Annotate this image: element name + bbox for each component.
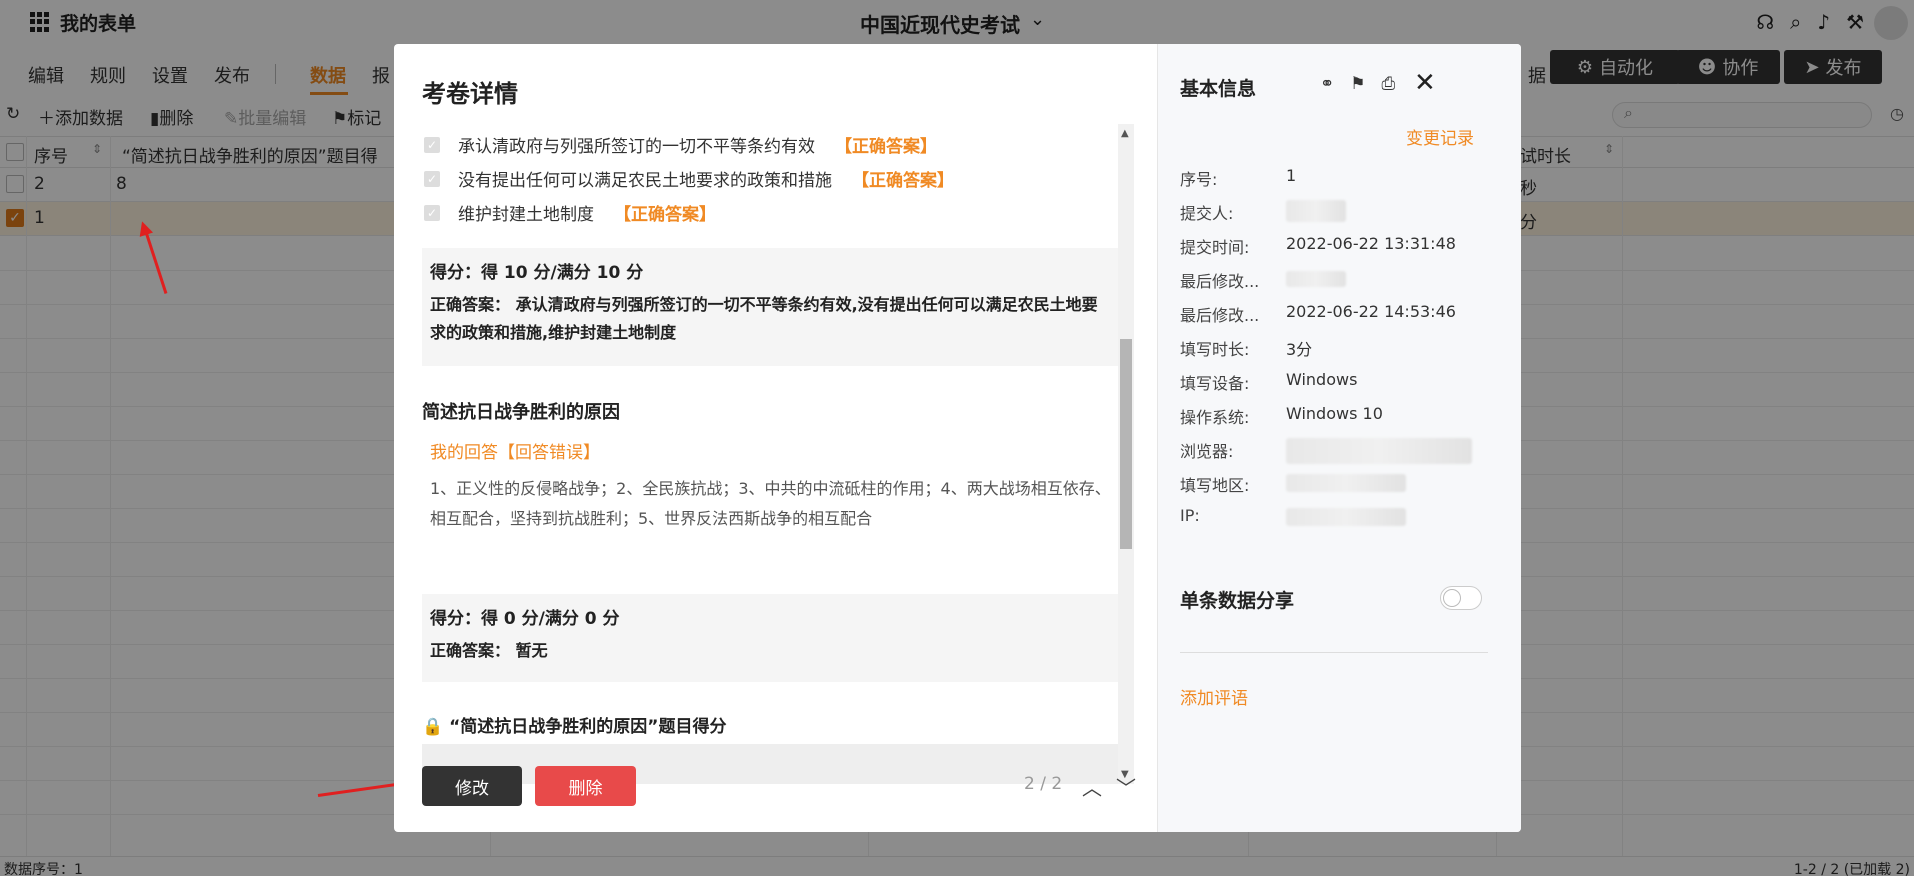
blurred-value	[1286, 438, 1472, 464]
score-box: 得分：得 0 分/满分 0 分 正确答案： 暂无	[422, 594, 1120, 682]
score-text: 得分：得 10 分/满分 10 分	[430, 263, 644, 283]
info-row: 填写地区:	[1180, 472, 1406, 496]
option-item: ✓ 没有提出任何可以满足农民土地要求的政策和措施 【正确答案】	[422, 166, 954, 191]
info-label: 提交人:	[1180, 204, 1234, 223]
info-row: 最后修改...	[1180, 268, 1346, 292]
checkbox-icon: ✓	[424, 136, 440, 153]
option-item: ✓ 承认清政府与列强所签订的一切不平等条约有效 【正确答案】	[422, 132, 937, 157]
basic-info-title: 基本信息	[1180, 78, 1257, 100]
exam-detail-panel: 考卷详情 ✓ 承认清政府与列强所签订的一切不平等条约有效 【正确答案】 ✓ 没有提出任…	[394, 44, 1157, 832]
edit-button[interactable]: 修改	[422, 766, 522, 806]
pager-text: 2 / 2	[1024, 774, 1063, 794]
scroll-up-icon[interactable]: ▲	[1121, 128, 1129, 139]
correct-answer-tag: 【正确答案】	[852, 171, 954, 191]
change-log-link[interactable]: 变更记录	[1406, 124, 1474, 149]
option-text: 维护封建土地制度	[458, 205, 594, 225]
correct-answer-text: 承认清政府与列强所签订的一切不平等条约有效,没有提出任何可以满足农民土地要求的政…	[430, 295, 1098, 342]
correct-answer: 正确答案： 暂无	[430, 637, 1112, 665]
flag-icon[interactable]: ⚑	[1350, 74, 1365, 94]
info-row: 操作系统: Windows 10	[1180, 404, 1383, 428]
question-title: 简述抗日战争胜利的原因	[422, 402, 620, 423]
basic-info-panel: 基本信息 ⚭ ⚑ ⎙ ✕ 变更记录 序号: 1 提交人: 提交时间: 2022-06…	[1157, 44, 1521, 832]
info-value: 1	[1286, 166, 1297, 185]
info-row: 填写设备: Windows	[1180, 370, 1357, 394]
info-value: 2022-06-22 13:31:48	[1286, 234, 1456, 253]
divider	[1180, 652, 1488, 653]
info-row: IP:	[1180, 506, 1406, 526]
info-label: 提交时间:	[1180, 238, 1250, 257]
info-value: 2022-06-22 14:53:46	[1286, 302, 1456, 321]
info-label: 最后修改...	[1180, 306, 1260, 325]
modal-title: 考卷详情	[422, 80, 518, 108]
correct-answer-label: 正确答案：	[430, 641, 511, 660]
info-value: Windows	[1286, 370, 1358, 389]
checkbox-icon: ✓	[424, 170, 440, 187]
option-text: 承认清政府与列强所签订的一切不平等条约有效	[458, 137, 815, 157]
option-text: 没有提出任何可以满足农民土地要求的政策和措施	[458, 171, 832, 191]
lock-icon: 🔒	[422, 717, 444, 737]
checkbox-icon: ✓	[424, 204, 440, 221]
correct-answer-label: 正确答案：	[430, 295, 511, 314]
chevron-down-icon[interactable]: ﹀	[1116, 772, 1136, 801]
info-row: 最后修改... 2022-06-22 14:53:46	[1180, 302, 1456, 326]
print-icon[interactable]: ⎙	[1382, 74, 1396, 94]
chevron-up-icon[interactable]: ︿	[1082, 772, 1102, 801]
info-row: 提交人:	[1180, 200, 1346, 224]
info-row: 填写时长: 3分	[1180, 336, 1312, 360]
delete-button[interactable]: 删除	[535, 766, 636, 806]
info-actions: ⚭ ⚑ ⎙	[1320, 74, 1395, 94]
scrollbar[interactable]: ▲ ▼	[1118, 124, 1134, 784]
info-label: 操作系统:	[1180, 408, 1250, 427]
blurred-value	[1286, 508, 1406, 526]
close-icon[interactable]: ✕	[1414, 68, 1436, 98]
score-box: 得分：得 10 分/满分 10 分 正确答案： 承认清政府与列强所签订的一切不平…	[422, 248, 1120, 366]
locked-question-title: 🔒 “简述抗日战争胜利的原因”题目得分	[422, 712, 726, 737]
correct-answer-tag: 【正确答案】	[835, 137, 937, 157]
toggle-knob	[1443, 589, 1461, 607]
info-row: 提交时间: 2022-06-22 13:31:48	[1180, 234, 1456, 258]
score-input-box[interactable]	[422, 744, 1120, 784]
blurred-value	[1286, 200, 1346, 222]
info-row: 浏览器:	[1180, 438, 1472, 464]
correct-answer: 正确答案： 承认清政府与列强所签订的一切不平等条约有效,没有提出任何可以满足农民…	[430, 291, 1112, 347]
link-icon[interactable]: ⚭	[1320, 74, 1334, 94]
blurred-value	[1286, 271, 1346, 287]
add-comment-link[interactable]: 添加评语	[1180, 684, 1248, 709]
locked-question-text: “简述抗日战争胜利的原因”题目得分	[449, 717, 727, 737]
info-label: 最后修改...	[1180, 272, 1260, 291]
my-answer-text: 1、正义性的反侵略战争；2、全民族抗战；3、中共的中流砥柱的作用；4、两大战场相…	[430, 479, 1111, 528]
exam-content-scroll[interactable]: ✓ 承认清政府与列强所签订的一切不平等条约有效 【正确答案】 ✓ 没有提出任何可以满足…	[422, 124, 1140, 784]
score-text: 得分：得 0 分/满分 0 分	[430, 609, 620, 629]
info-label: 填写地区:	[1180, 476, 1250, 495]
info-label: IP:	[1180, 506, 1200, 525]
blurred-value	[1286, 474, 1406, 492]
info-value: Windows 10	[1286, 404, 1383, 423]
correct-answer-text: 暂无	[515, 641, 548, 660]
info-label: 填写设备:	[1180, 374, 1250, 393]
my-answer-label: 我的回答【回答错误】	[430, 443, 600, 463]
info-row: 序号: 1	[1180, 166, 1296, 190]
share-toggle[interactable]	[1440, 586, 1482, 610]
share-label: 单条数据分享	[1180, 590, 1295, 612]
option-item: ✓ 维护封建土地制度 【正确答案】	[422, 200, 716, 225]
info-label: 序号:	[1180, 170, 1218, 189]
info-label: 填写时长:	[1180, 340, 1250, 359]
exam-detail-modal: 考卷详情 ✓ 承认清政府与列强所签订的一切不平等条约有效 【正确答案】 ✓ 没有提出任…	[394, 44, 1521, 832]
scroll-thumb[interactable]	[1120, 339, 1132, 549]
info-value: 3分	[1286, 340, 1313, 359]
info-label: 浏览器:	[1180, 442, 1234, 461]
correct-answer-tag: 【正确答案】	[614, 205, 716, 225]
